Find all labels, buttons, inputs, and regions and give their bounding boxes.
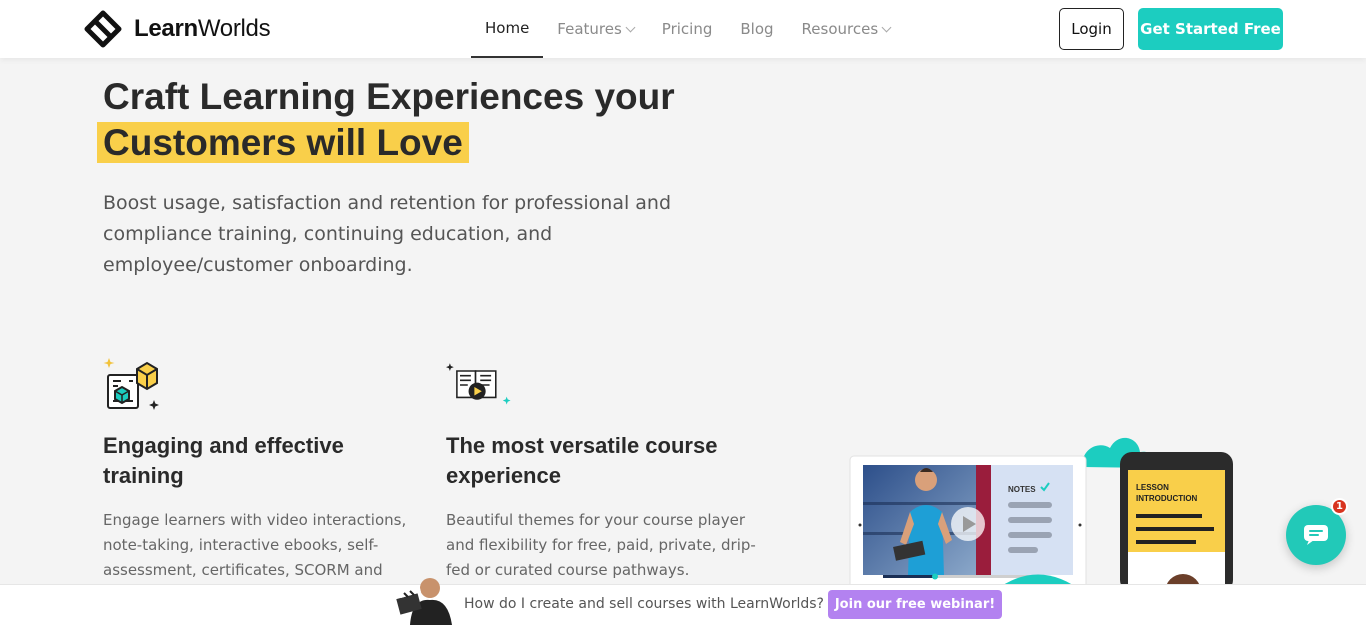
chevron-down-icon <box>881 22 892 32</box>
hero-title-highlight: Customers will Love <box>97 122 469 163</box>
nav-item-features[interactable]: Features <box>543 0 648 58</box>
lesson-label-1: LESSON <box>1136 483 1169 492</box>
course-player-illustration: NOTES LESSON INTRODUCTION <box>849 437 1233 592</box>
hero-title: Craft Learning Experiences your Customer… <box>97 74 675 166</box>
notes-label: NOTES <box>1008 485 1036 494</box>
brand-logo[interactable]: LearnWorlds <box>82 9 271 49</box>
site-header: LearnWorlds Home Features Pricing Blog R… <box>0 0 1366 58</box>
cube-blueprint-icon <box>103 358 159 410</box>
book-play-icon <box>446 363 511 405</box>
logo-icon <box>84 10 122 48</box>
feature-title: Engaging and effective training <box>103 433 344 488</box>
lesson-label-2: INTRODUCTION <box>1136 494 1198 503</box>
hero-title-line1: Craft Learning Experiences your <box>103 76 675 117</box>
nav-item-blog[interactable]: Blog <box>726 0 787 58</box>
chat-notification-badge: 1 <box>1331 498 1348 515</box>
get-started-button[interactable]: Get Started Free <box>1138 8 1283 50</box>
feature-text: Engage learners with video interactions,… <box>103 511 407 579</box>
chat-bubble-icon <box>1304 525 1328 545</box>
nav-item-resources[interactable]: Resources <box>788 0 905 58</box>
nav-item-pricing[interactable]: Pricing <box>648 0 727 58</box>
hero-lead: Boost usage, satisfaction and retention … <box>103 192 672 276</box>
join-webinar-button[interactable]: Join our free webinar! <box>828 590 1002 619</box>
nav-item-home[interactable]: Home <box>471 0 544 58</box>
login-button[interactable]: Login <box>1059 8 1124 50</box>
feature-card-training: Engaging and effective training Engage le… <box>103 355 423 579</box>
logo-text: LearnWorlds <box>134 15 271 42</box>
feature-text: Beautiful themes for your course player … <box>446 511 756 579</box>
chevron-down-icon <box>625 22 636 32</box>
feature-title: The most versatile course experience <box>446 433 718 488</box>
webinar-question: How do I create and sell courses with Le… <box>464 596 824 612</box>
presenter-avatar <box>396 578 452 625</box>
main-nav: Home Features Pricing Blog Resources <box>471 0 904 58</box>
feature-card-course-experience: The most versatile course experience Beau… <box>446 355 766 579</box>
